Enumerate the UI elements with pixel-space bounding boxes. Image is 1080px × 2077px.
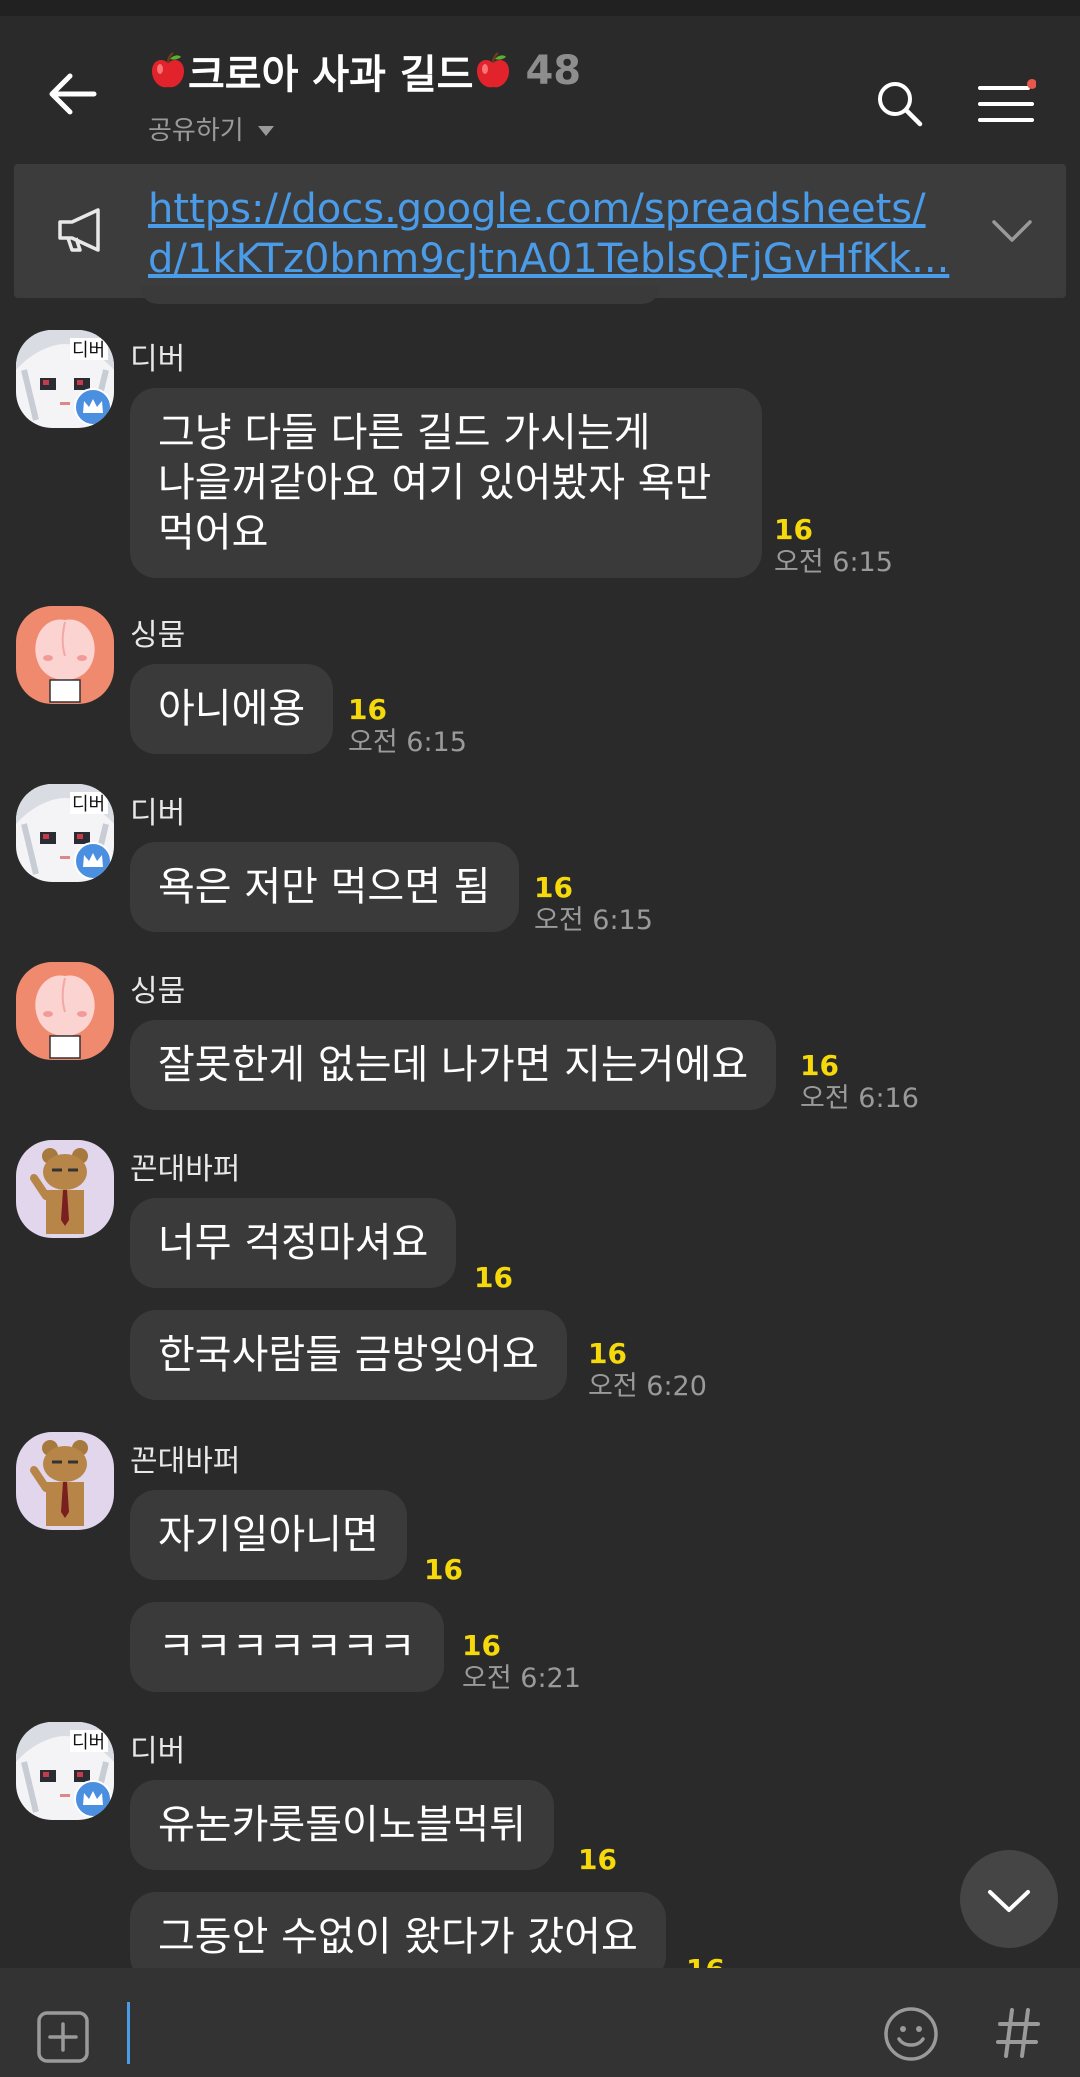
sender-name: 싱뭄 xyxy=(130,974,186,1009)
sender-name: 싱뭄 xyxy=(130,618,186,653)
crown-badge-icon xyxy=(74,842,112,880)
sender-name: 꼰대바퍼 xyxy=(130,1152,241,1187)
message-time: 오전 6:15 xyxy=(774,547,893,578)
message-bubble[interactable]: 자기일아니면 xyxy=(130,1490,407,1580)
sender-name: 꼰대바퍼 xyxy=(130,1444,241,1479)
scroll-to-bottom-button[interactable] xyxy=(960,1850,1058,1948)
avatar[interactable] xyxy=(16,1432,114,1530)
message-meta: 16 xyxy=(686,1954,725,1969)
message-bubble[interactable]: 아니에용 xyxy=(130,664,334,754)
avatar[interactable] xyxy=(16,962,114,1060)
previous-message-bubble xyxy=(140,286,660,304)
notice-link-line1[interactable]: https://docs.google.com/spreadsheets/ xyxy=(148,184,968,234)
message-bubble[interactable]: 잘못한게 없는데 나가면 지는거에요 xyxy=(130,1020,777,1110)
avatar[interactable]: 디버 xyxy=(16,330,114,428)
svg-text:디버: 디버 xyxy=(72,340,105,361)
hamburger-menu-icon[interactable] xyxy=(976,78,1036,126)
unread-count: 16 xyxy=(424,1553,463,1586)
unread-count: 16 xyxy=(534,871,573,904)
message-meta: 16 xyxy=(424,1554,463,1586)
message-time: 오전 6:21 xyxy=(462,1663,581,1694)
message-meta: 16 xyxy=(578,1844,617,1876)
status-bar xyxy=(0,0,1080,16)
peach-avatar-icon xyxy=(16,962,114,1060)
clipped-message-area: 그동안 수없이 왔다가 갔어요 16 xyxy=(0,1880,1080,1968)
avatar[interactable]: 디버 xyxy=(16,784,114,882)
svg-text:디버: 디버 xyxy=(72,794,105,815)
notice-link-line2[interactable]: d/1kKTz0bnm9cJtnA01TeblsQFjGvHfKk... xyxy=(148,234,968,284)
chevron-down-icon[interactable] xyxy=(990,210,1034,250)
member-count: 48 xyxy=(525,48,582,94)
message-meta: 16 오전 6:15 xyxy=(348,694,467,760)
chat-title-text: 크로아 사과 길드 xyxy=(188,52,474,98)
message-bubble[interactable]: 한국사람들 금방잊어요 xyxy=(130,1310,567,1400)
bear-avatar-icon xyxy=(16,1140,114,1238)
hashtag-icon[interactable] xyxy=(996,2006,1040,2060)
message-bubble[interactable]: 너무 걱정마셔요 xyxy=(130,1198,457,1288)
message-bubble[interactable]: 그동안 수없이 왔다가 갔어요 xyxy=(130,1892,666,1968)
back-arrow-icon[interactable] xyxy=(44,66,100,122)
crown-badge-icon xyxy=(74,1780,112,1818)
message-meta: 16 xyxy=(474,1262,513,1294)
unread-count: 16 xyxy=(774,513,813,546)
unread-count: 16 xyxy=(474,1261,513,1294)
unread-count: 16 xyxy=(800,1049,839,1082)
chat-title: 크로아 사과 길드 48 xyxy=(148,42,581,100)
message-time: 오전 6:15 xyxy=(534,905,653,936)
chevron-down-icon xyxy=(988,1890,1030,1912)
avatar[interactable] xyxy=(16,606,114,704)
message-meta: 16 오전 6:21 xyxy=(462,1630,581,1696)
peach-avatar-icon xyxy=(16,606,114,704)
message-bubble[interactable]: 욕은 저만 먹으면 됨 xyxy=(130,842,519,932)
sender-name: 디버 xyxy=(130,1734,186,1769)
search-icon[interactable] xyxy=(874,78,924,128)
message-bubble[interactable]: 그냥 다들 다른 길드 가시는게 나을꺼같아요 여기 있어봤자 욕만 먹어요 xyxy=(130,388,762,578)
apple-icon xyxy=(152,51,184,88)
apple-icon xyxy=(477,51,510,88)
smile-icon[interactable] xyxy=(882,2005,940,2063)
chat-header: 크로아 사과 길드 48 공유하기 xyxy=(0,16,1080,162)
unread-count: 16 xyxy=(578,1843,617,1876)
message-meta: 16 오전 6:16 xyxy=(800,1050,919,1116)
message-input[interactable] xyxy=(127,2002,130,2064)
svg-text:디버: 디버 xyxy=(72,1732,105,1753)
caret-down-icon xyxy=(257,125,274,136)
megaphone-icon xyxy=(58,208,100,252)
message-time: 오전 6:16 xyxy=(800,1083,919,1114)
message-time: 오전 6:15 xyxy=(348,727,467,758)
sender-name: 디버 xyxy=(130,342,186,377)
avatar[interactable] xyxy=(16,1140,114,1238)
notice-banner[interactable]: https://docs.google.com/spreadsheets/ d/… xyxy=(14,164,1066,298)
message-bubble[interactable]: 유논카룻돌이노블먹튀 xyxy=(130,1780,554,1870)
crown-badge-icon xyxy=(74,388,112,426)
sender-name: 디버 xyxy=(130,796,186,831)
message-meta: 16 오전 6:15 xyxy=(774,514,893,580)
unread-count: 16 xyxy=(462,1629,501,1662)
plus-square-icon[interactable] xyxy=(36,2010,90,2064)
message-bubble[interactable]: ㅋㅋㅋㅋㅋㅋㅋ xyxy=(130,1602,444,1692)
bear-avatar-icon xyxy=(16,1432,114,1530)
message-time: 오전 6:20 xyxy=(588,1371,707,1402)
share-label: 공유하기 xyxy=(148,116,244,146)
unread-count: 16 xyxy=(686,1954,725,1969)
share-button[interactable]: 공유하기 xyxy=(148,110,581,147)
avatar[interactable]: 디버 xyxy=(16,1722,114,1820)
chat-title-area[interactable]: 크로아 사과 길드 48 공유하기 xyxy=(148,42,581,147)
message-meta: 16 오전 6:20 xyxy=(588,1338,707,1404)
unread-count: 16 xyxy=(348,693,387,726)
message-meta: 16 오전 6:15 xyxy=(534,872,653,938)
notice-link[interactable]: https://docs.google.com/spreadsheets/ d/… xyxy=(148,184,968,284)
unread-count: 16 xyxy=(588,1337,627,1370)
